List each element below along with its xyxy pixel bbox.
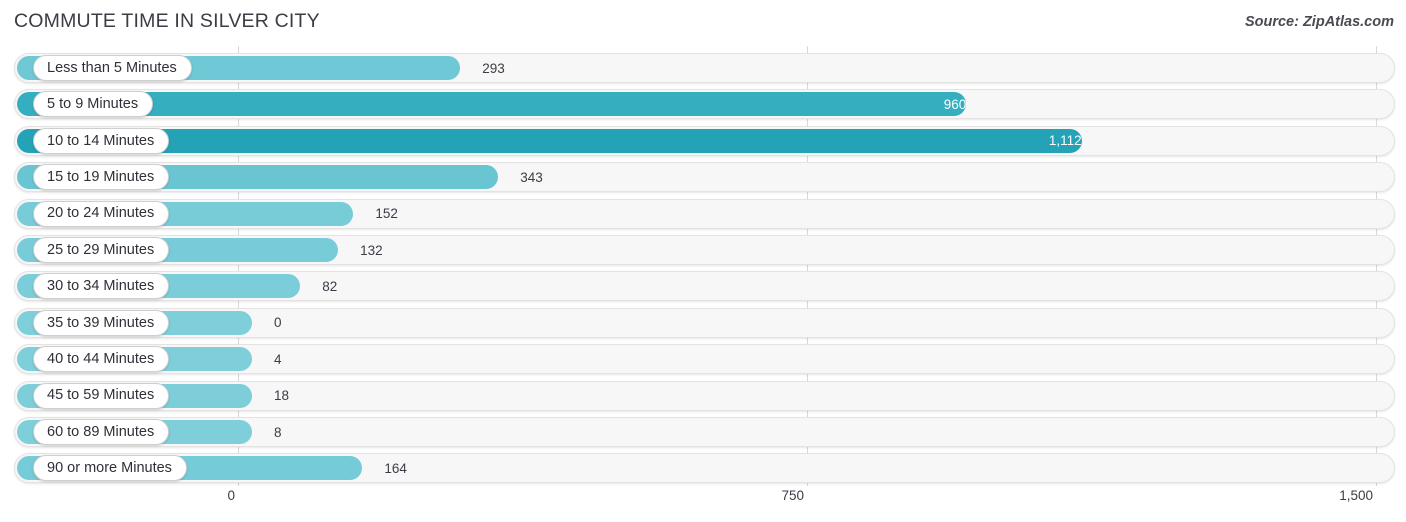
bar-row[interactable]: 5 to 9 Minutes 960 [14,89,1395,120]
bar-value-label: 960 [943,96,967,112]
bar-row[interactable]: 35 to 39 Minutes 0 [14,307,1395,338]
bar-category-label-text: 30 to 34 Minutes [47,278,155,295]
bar-rows: Less than 5 Minutes 293 5 to 9 Minutes 960 1… [0,46,1406,486]
chart-plot-area: Less than 5 Minutes 293 5 to 9 Minutes 960 1… [0,46,1406,486]
bar-category-label: 25 to 29 Minutes [33,237,170,263]
bar-category-label: 10 to 14 Minutes [33,127,170,154]
bar-row[interactable]: 30 to 34 Minutes 82 [14,271,1395,302]
x-axis: 0 750 1,500 [0,486,1406,522]
bar-category-label-text: 45 to 59 Minutes [47,387,155,404]
bar-value-label: 0 [274,315,282,331]
bar-value-label: 4 [274,351,282,367]
bar-value-label: 132 [360,242,383,258]
bar-category-label-text: 40 to 44 Minutes [47,350,155,367]
bar-fill [17,128,1082,153]
bar-category-label: 20 to 24 Minutes [33,200,170,227]
bar-category-label: 45 to 59 Minutes [33,382,170,409]
bar-row[interactable]: 20 to 24 Minutes 152 [14,198,1395,229]
bar-category-label: 15 to 19 Minutes [33,164,170,191]
bar-row[interactable]: 25 to 29 Minutes 132 [14,235,1395,265]
bar-row[interactable]: Less than 5 Minutes 293 [14,53,1395,83]
bar-fill [17,92,967,117]
bar-row[interactable]: 60 to 89 Minutes 8 [14,417,1395,447]
bar-category-label-text: Less than 5 Minutes [47,59,177,76]
bar-category-label-text: 15 to 19 Minutes [47,168,155,185]
bar-category-label: 40 to 44 Minutes [33,346,170,373]
bar-value-label: 1,112 [1048,133,1082,149]
x-axis-tick-label: 1,500 [1339,488,1373,503]
bar-category-label: 60 to 89 Minutes [33,419,170,445]
bar-value-label: 343 [520,169,543,185]
bar-category-label-text: 10 to 14 Minutes [47,132,155,149]
bar-row[interactable]: 45 to 59 Minutes 18 [14,380,1395,411]
source-label: Source: ZipAtlas.com [1244,14,1394,30]
bar-category-label: 35 to 39 Minutes [33,309,170,336]
bar-category-label: 5 to 9 Minutes [33,91,154,118]
bar-category-label-text: 5 to 9 Minutes [47,96,139,113]
bar-category-label-text: 25 to 29 Minutes [47,241,155,258]
bar-category-label-text: 35 to 39 Minutes [47,314,155,331]
bar-value-label: 164 [384,460,407,476]
bar-row[interactable]: 10 to 14 Minutes 1,112 [14,125,1395,156]
bar-row[interactable]: 90 or more Minutes 164 [14,453,1395,484]
bar-row[interactable]: 40 to 44 Minutes 4 [14,344,1395,375]
bar-category-label: 30 to 34 Minutes [33,273,170,300]
bar-value-label: 82 [322,278,338,294]
bar-value-label: 8 [274,424,282,440]
bar-category-label-text: 90 or more Minutes [47,460,172,477]
bar-value-label: 152 [375,206,398,222]
bar-row[interactable]: 15 to 19 Minutes 343 [14,162,1395,193]
x-axis-tick-label: 750 [781,488,804,503]
bar-category-label-text: 60 to 89 Minutes [47,423,155,440]
page-title: COMMUTE TIME IN SILVER CITY [14,10,320,32]
x-axis-tick-label: 0 [227,488,235,503]
bar-value-label: 18 [274,388,290,404]
bar-category-label: 90 or more Minutes [33,455,187,482]
bar-category-label: Less than 5 Minutes [33,55,192,81]
chart-header: COMMUTE TIME IN SILVER CITY Source: ZipA… [0,0,1406,46]
bar-value-label: 293 [482,60,505,76]
bar-category-label-text: 20 to 24 Minutes [47,205,155,222]
